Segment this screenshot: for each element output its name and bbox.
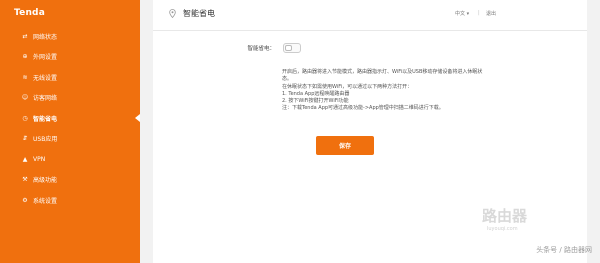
save-button[interactable]: 保存: [316, 136, 374, 155]
logout-link[interactable]: 退出: [486, 10, 496, 17]
sidebar-item-label: USB应用: [33, 136, 58, 144]
sidebar-item-label: 外网设置: [33, 54, 58, 62]
sidebar-item-label: 智能省电: [33, 115, 58, 123]
power-saving-description: 开启后，路由器将进入节能模式，路由器指示灯、WiFi以及USB移动存储设备将进入…: [282, 69, 572, 113]
sidebar-nav: ⇄ 网络状态 ⊕ 外网设置 ≋ 无线设置 ☺ 访客网络 ◷ 智能省电 ⇵ USB…: [0, 26, 140, 211]
sidebar-item-label: 无线设置: [33, 74, 58, 82]
sidebar-item-label: 高级功能: [33, 177, 58, 185]
sidebar-item-vpn[interactable]: ▲ VPN: [0, 149, 140, 170]
toggle-knob: [285, 45, 292, 51]
description-line: 开启后，路由器将进入节能模式，路由器指示灯、WiFi以及USB移动存储设备将进入…: [282, 69, 483, 75]
sidebar-item-label: VPN: [33, 155, 46, 163]
settings-panel: 智能省电： 开启后，路由器将进入节能模式，路由器指示灯、WiFi以及USB移动存…: [153, 31, 587, 263]
sidebar-item-usb[interactable]: ⇵ USB应用: [0, 129, 140, 150]
globe-icon: ⊕: [22, 53, 28, 61]
source-watermark: 头条号 / 路由器网: [536, 246, 592, 254]
sidebar-item-label: 网络状态: [33, 33, 58, 41]
watermark-logo: 路由器: [482, 207, 528, 225]
power-saving-toggle[interactable]: [283, 43, 301, 53]
usb-icon: ⇵: [22, 135, 28, 143]
tenda-logo: Tenda: [14, 8, 45, 18]
power-saving-label: 智能省电：: [247, 46, 275, 52]
sidebar-item-label: 系统设置: [33, 197, 58, 205]
description-line: 注：下载Tenda App可通过高级功能->App管理中扫描二维码进行下载。: [282, 105, 444, 112]
sidebar-item-wan-settings[interactable]: ⊕ 外网设置: [0, 47, 140, 68]
sidebar-item-label: 访客网络: [33, 95, 58, 103]
language-select[interactable]: 中文 ▾: [455, 10, 469, 17]
main-area: 智能省电 中文 ▾ | 退出 智能省电： 开启后，路由器将进入节能模式，路由器指…: [140, 0, 600, 263]
location-pin-icon: [169, 9, 176, 18]
clock-icon: ◷: [22, 114, 28, 122]
network-status-icon: ⇄: [22, 32, 28, 40]
sidebar-item-guest-network[interactable]: ☺ 访客网络: [0, 88, 140, 109]
vpn-icon: ▲: [22, 155, 28, 163]
sidebar: Tenda ⇄ 网络状态 ⊕ 外网设置 ≋ 无线设置 ☺ 访客网络 ◷ 智能省电…: [0, 0, 140, 263]
gear-icon: ⚙: [22, 196, 28, 204]
watermark-url: luyouqi.com: [487, 226, 518, 232]
header-divider: |: [478, 10, 480, 16]
sidebar-item-network-status[interactable]: ⇄ 网络状态: [0, 26, 140, 47]
sidebar-item-system[interactable]: ⚙ 系统设置: [0, 190, 140, 211]
description-line: 态。: [282, 76, 293, 83]
page-header: 智能省电 中文 ▾ | 退出: [153, 0, 587, 31]
tools-icon: ⚒: [22, 176, 28, 184]
sidebar-item-advanced[interactable]: ⚒ 高级功能: [0, 170, 140, 191]
description-line: 在休眠状态下如需使用WiFi，可以通过以下两种方法打开：: [282, 83, 413, 90]
sidebar-item-power-saving[interactable]: ◷ 智能省电: [0, 108, 140, 129]
wifi-icon: ≋: [22, 73, 28, 81]
guest-icon: ☺: [21, 94, 29, 102]
sidebar-item-wireless[interactable]: ≋ 无线设置: [0, 67, 140, 88]
page-title: 智能省电: [183, 9, 215, 18]
